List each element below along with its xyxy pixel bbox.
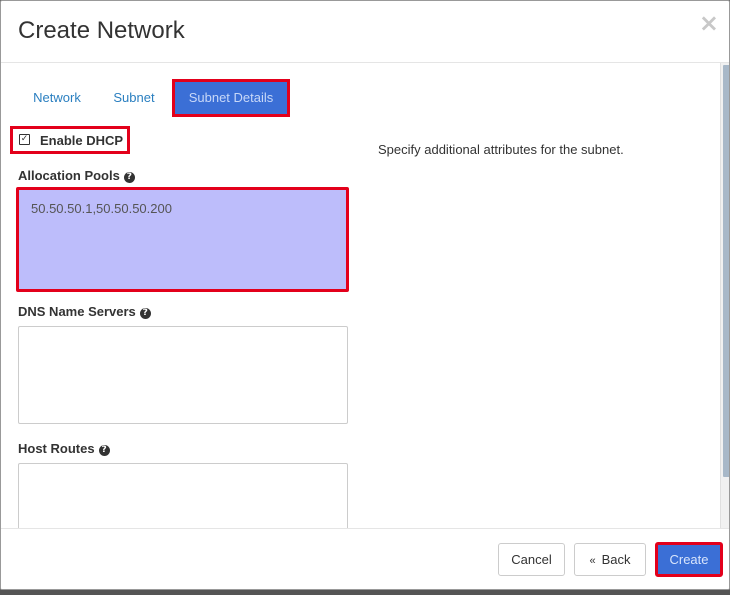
host-routes-label: Host Routes?: [18, 441, 110, 456]
allocation-pools-input[interactable]: [16, 187, 349, 292]
tab-subnet[interactable]: Subnet: [98, 79, 170, 117]
enable-dhcp-label: Enable DHCP: [40, 133, 124, 148]
back-arrow-icon: «: [589, 555, 596, 567]
tab-subnet-details[interactable]: Subnet Details: [172, 79, 290, 117]
modal-footer: Cancel « Back Create: [1, 528, 729, 589]
back-button-label: Back: [601, 552, 631, 567]
host-routes-input[interactable]: [18, 463, 348, 528]
allocation-pools-label: Allocation Pools?: [18, 168, 135, 183]
create-button[interactable]: Create: [655, 542, 723, 577]
create-network-modal: Create Network × Network Subnet Subnet D…: [0, 0, 730, 590]
dns-name-servers-input[interactable]: [18, 326, 348, 424]
enable-dhcp-field[interactable]: ✓ Enable DHCP: [10, 126, 130, 154]
help-text: Specify additional attributes for the su…: [378, 142, 624, 157]
scrollbar-thumb[interactable]: [723, 65, 729, 477]
allocation-pools-label-text: Allocation Pools: [18, 168, 120, 183]
checkbox-checked-icon[interactable]: ✓: [19, 134, 30, 145]
tab-network[interactable]: Network: [18, 79, 96, 117]
modal-header: Create Network ×: [1, 1, 729, 63]
dns-name-servers-label-text: DNS Name Servers: [18, 304, 136, 319]
back-button[interactable]: « Back: [574, 543, 646, 576]
host-routes-label-text: Host Routes: [18, 441, 95, 456]
dns-name-servers-label: DNS Name Servers?: [18, 304, 151, 319]
help-icon[interactable]: ?: [139, 308, 151, 319]
modal-body[interactable]: Network Subnet Subnet Details ✓ Enable D…: [1, 63, 729, 528]
scrollbar[interactable]: [720, 63, 729, 528]
cancel-button[interactable]: Cancel: [498, 543, 565, 576]
modal-title: Create Network: [18, 17, 185, 44]
close-icon[interactable]: ×: [699, 11, 719, 35]
help-icon[interactable]: ?: [98, 445, 110, 456]
help-icon[interactable]: ?: [123, 172, 135, 183]
